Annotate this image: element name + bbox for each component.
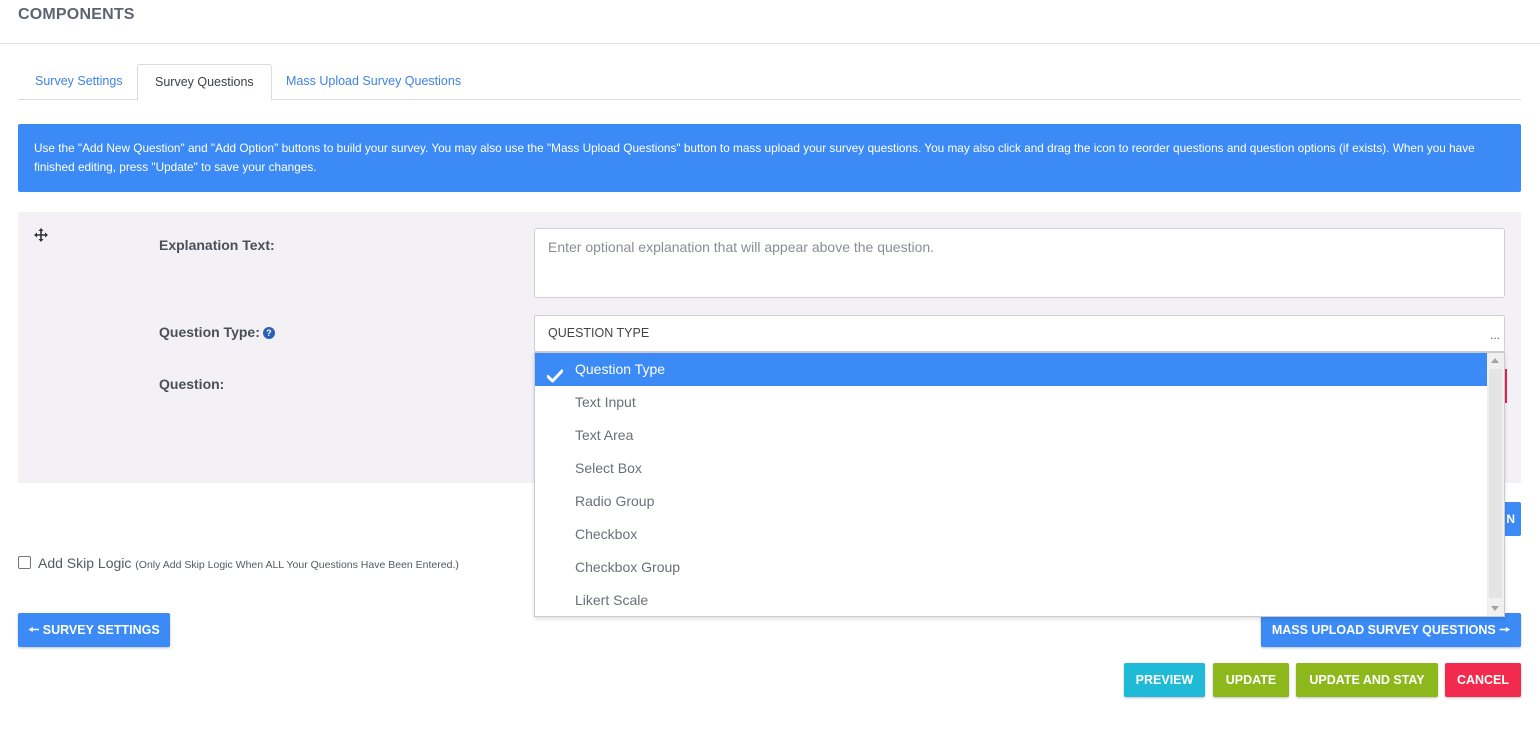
skip-logic-checkbox[interactable] xyxy=(18,556,31,569)
question-circle-icon[interactable]: ? xyxy=(262,327,275,339)
info-banner: Use the "Add New Question" and "Add Opti… xyxy=(18,124,1521,192)
update-and-stay-button[interactable]: UPDATE AND STAY xyxy=(1296,663,1438,697)
scroll-up-arrow-icon[interactable] xyxy=(1491,358,1499,363)
skip-logic-label-text: Add Skip Logic xyxy=(38,555,132,571)
question-type-label-text: Question Type: xyxy=(159,324,260,340)
mass-upload-button[interactable]: MASS UPLOAD SURVEY QUESTIONS 🠖 xyxy=(1261,613,1521,647)
explanation-textarea[interactable]: Enter optional explanation that will app… xyxy=(534,228,1505,298)
dropdown-option-radio-group[interactable]: Radio Group xyxy=(535,485,1487,518)
dropdown-option-text-input[interactable]: Text Input xyxy=(535,386,1487,419)
explanation-label: Explanation Text: xyxy=(159,237,275,253)
cancel-button[interactable]: CANCEL xyxy=(1445,663,1521,697)
page-title: COMPONENTS xyxy=(18,6,135,23)
question-type-select[interactable]: QUESTION TYPE ... xyxy=(534,315,1505,352)
move-arrows-icon[interactable] xyxy=(34,228,48,242)
preview-button[interactable]: PREVIEW xyxy=(1124,663,1205,697)
dropdown-scrollbar[interactable] xyxy=(1487,353,1504,616)
dropdown-option-likert-scale[interactable]: Likert Scale xyxy=(535,584,1487,616)
check-icon xyxy=(546,362,564,383)
select-ellipsis: ... xyxy=(1489,328,1500,342)
tab-bar: Survey Settings Survey Questions Mass Up… xyxy=(18,64,1521,101)
mass-upload-button-label: MASS UPLOAD SURVEY QUESTIONS xyxy=(1271,623,1496,637)
question-label: Question: xyxy=(159,376,225,392)
tab-survey-settings[interactable]: Survey Settings xyxy=(18,64,140,100)
arrow-right-icon: 🠖 xyxy=(1499,623,1511,637)
survey-settings-button-label: SURVEY SETTINGS xyxy=(42,623,160,637)
page-header: COMPONENTS xyxy=(0,0,1540,44)
question-type-dropdown: Question Type Text Input Text Area Selec… xyxy=(534,352,1505,617)
question-type-value: QUESTION TYPE xyxy=(548,326,650,340)
question-type-label: Question Type:? xyxy=(159,324,275,340)
dropdown-option-question-type[interactable]: Question Type xyxy=(535,353,1487,386)
survey-settings-button[interactable]: 🠔 SURVEY SETTINGS xyxy=(18,613,170,647)
scroll-down-arrow-icon[interactable] xyxy=(1491,606,1499,611)
skip-logic-note: (Only Add Skip Logic When ALL Your Quest… xyxy=(135,559,459,571)
dropdown-option-checkbox[interactable]: Checkbox xyxy=(535,518,1487,551)
arrow-left-icon: 🠔 xyxy=(28,623,40,637)
update-button[interactable]: UPDATE xyxy=(1213,663,1289,697)
scrollbar-thumb[interactable] xyxy=(1489,369,1502,598)
tab-survey-questions[interactable]: Survey Questions xyxy=(137,64,272,101)
skip-logic-label[interactable]: Add Skip Logic (Only Add Skip Logic When… xyxy=(38,555,459,571)
dropdown-option-select-box[interactable]: Select Box xyxy=(535,452,1487,485)
dropdown-options: Question Type Text Input Text Area Selec… xyxy=(535,353,1487,616)
dropdown-option-label: Question Type xyxy=(575,361,666,377)
tab-mass-upload-survey-questions[interactable]: Mass Upload Survey Questions xyxy=(269,64,478,100)
dropdown-option-checkbox-group[interactable]: Checkbox Group xyxy=(535,551,1487,584)
dropdown-option-text-area[interactable]: Text Area xyxy=(535,419,1487,452)
